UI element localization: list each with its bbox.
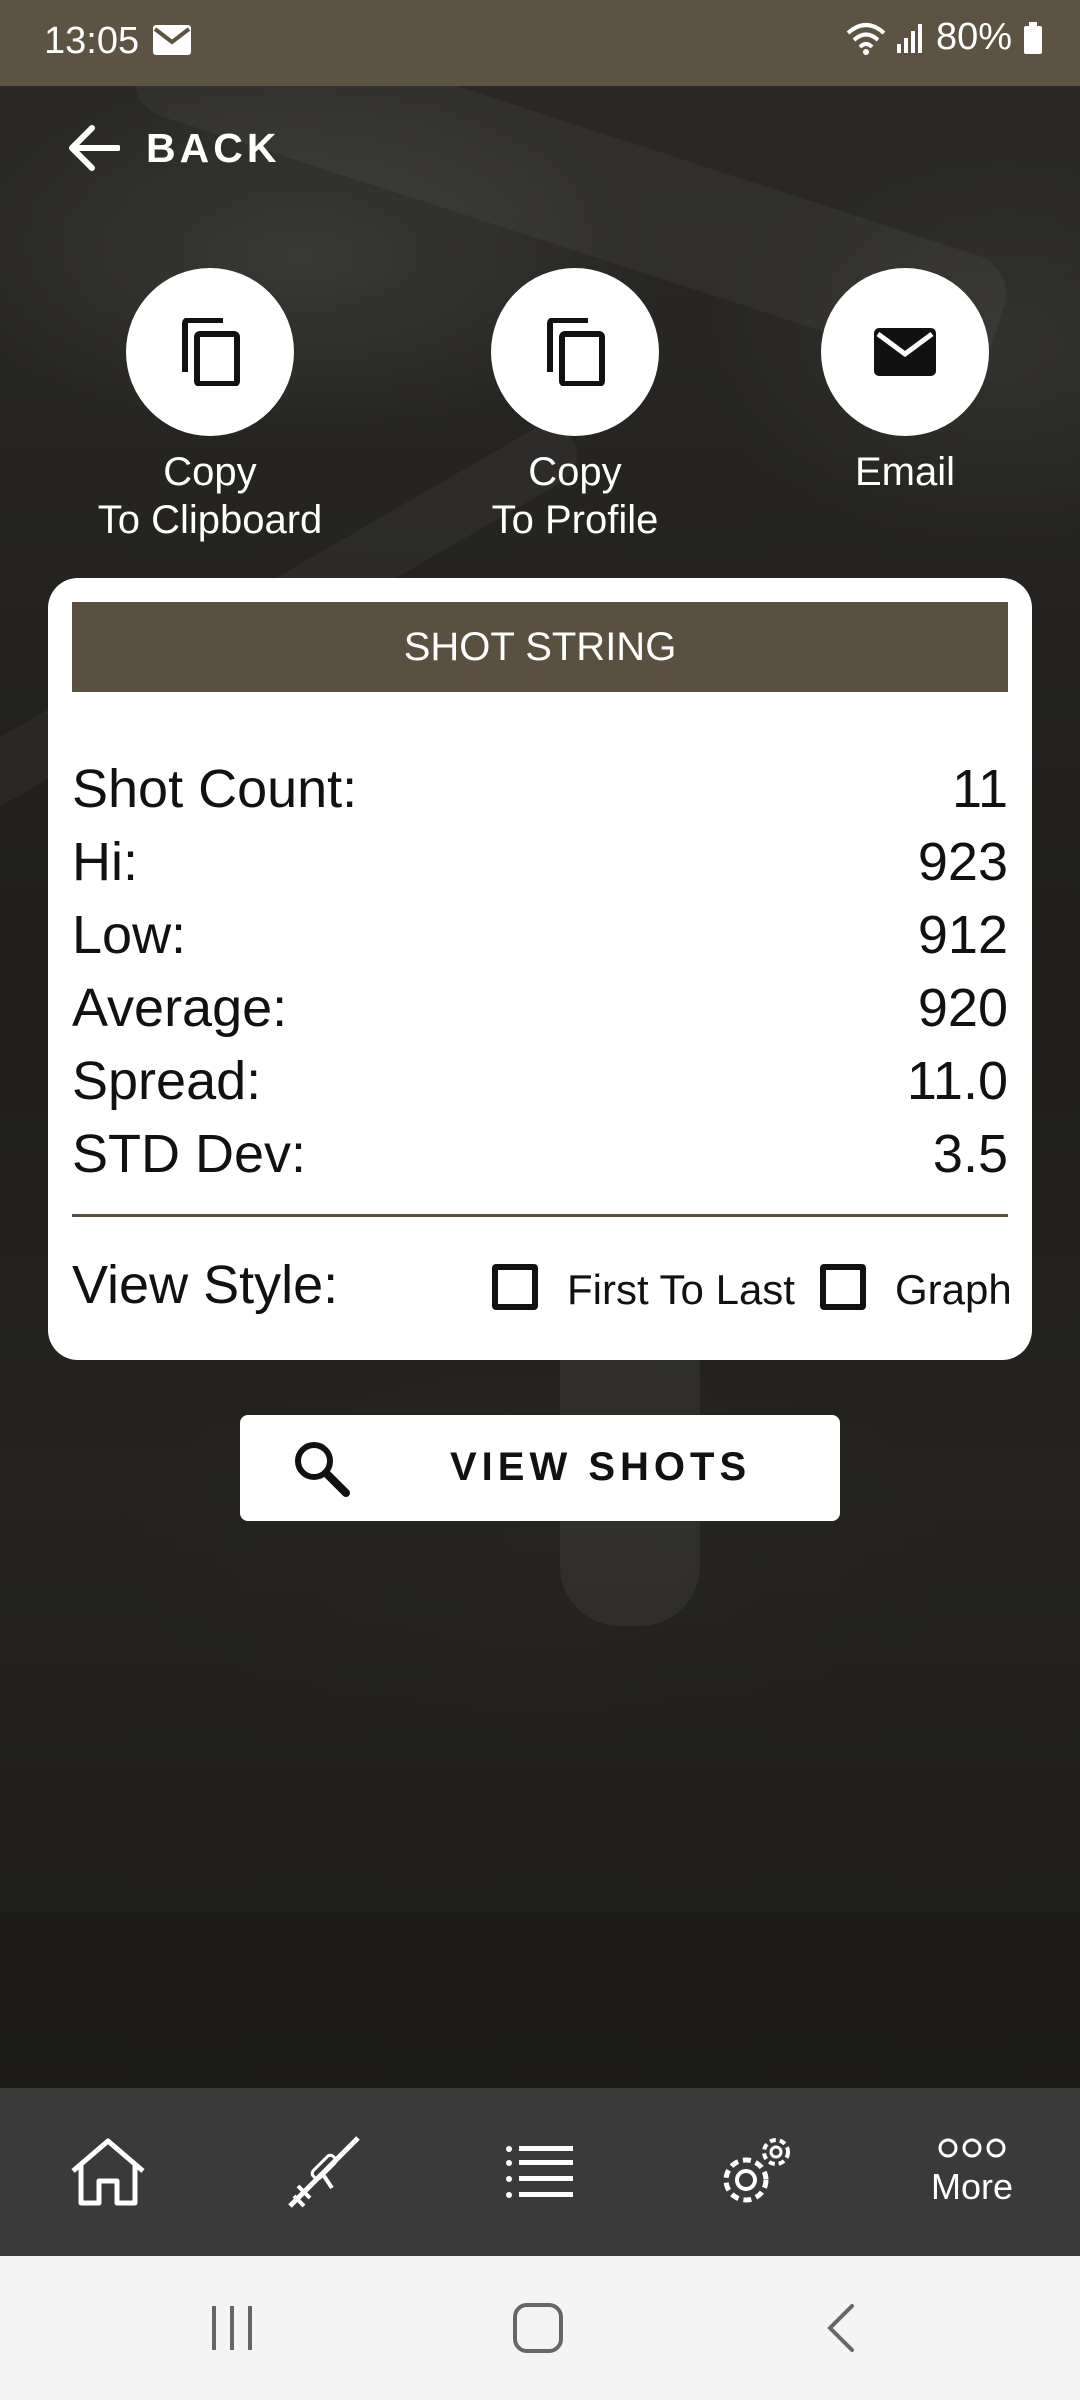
stat-row-spread: Spread: 11.0 bbox=[72, 1050, 1008, 1112]
tab-settings[interactable] bbox=[648, 2088, 864, 2256]
email-button[interactable]: Email bbox=[775, 268, 1035, 496]
stat-label: Shot Count: bbox=[72, 759, 358, 819]
battery-icon bbox=[1024, 21, 1042, 54]
stat-label: Low: bbox=[72, 905, 187, 965]
card-title: SHOT STRING bbox=[72, 602, 1008, 692]
copy-icon bbox=[182, 318, 240, 386]
home-nav-icon[interactable] bbox=[512, 2302, 564, 2354]
view-shots-button[interactable]: VIEW SHOTS bbox=[240, 1415, 840, 1521]
stat-row-std-dev: STD Dev: 3.5 bbox=[72, 1123, 1008, 1185]
search-icon bbox=[295, 1442, 350, 1497]
tab-more[interactable]: More bbox=[864, 2088, 1080, 2256]
stat-label: Spread: bbox=[72, 1051, 262, 1111]
stat-label: Average: bbox=[72, 978, 288, 1038]
tab-home[interactable] bbox=[0, 2088, 216, 2256]
shot-string-card: SHOT STRING Shot Count: 11 Hi: 923 Low: … bbox=[48, 578, 1032, 1360]
more-icon bbox=[938, 2138, 1006, 2158]
graph-checkbox[interactable] bbox=[820, 1264, 866, 1310]
stat-row-hi: Hi: 923 bbox=[72, 831, 1008, 893]
view-shots-label: VIEW SHOTS bbox=[450, 1445, 752, 1489]
system-nav-bar bbox=[0, 2256, 1080, 2400]
stat-value: 11.0 bbox=[906, 1051, 1008, 1111]
stat-value: 920 bbox=[917, 978, 1008, 1038]
status-time: 13:05 bbox=[44, 20, 140, 62]
tab-rifle[interactable] bbox=[216, 2088, 432, 2256]
signal-icon bbox=[896, 23, 922, 53]
stat-value: 912 bbox=[917, 905, 1008, 965]
rifle-icon bbox=[288, 2136, 360, 2208]
stat-row-low: Low: 912 bbox=[72, 904, 1008, 966]
email-label: Email bbox=[854, 450, 956, 494]
stat-label: Hi: bbox=[72, 832, 138, 892]
mail-icon bbox=[874, 328, 936, 376]
status-bar: 13:05 80% bbox=[0, 0, 1080, 86]
back-nav-icon[interactable] bbox=[822, 2302, 858, 2354]
status-indicators: 80% bbox=[846, 16, 1044, 59]
copy-profile-circle[interactable] bbox=[491, 268, 659, 436]
copy-profile-line2: To Profile bbox=[491, 498, 659, 542]
copy-icon bbox=[547, 318, 605, 386]
back-label: BACK bbox=[146, 124, 281, 171]
view-style-label: View Style: bbox=[72, 1255, 339, 1315]
tab-list[interactable] bbox=[432, 2088, 648, 2256]
card-divider bbox=[72, 1214, 1008, 1217]
first-to-last-label[interactable]: First To Last bbox=[567, 1266, 795, 1314]
more-label: More bbox=[930, 2166, 1014, 2207]
copy-profile-line1: Copy bbox=[528, 450, 622, 494]
copy-to-profile-button[interactable]: Copy To Profile bbox=[445, 268, 705, 544]
stat-value: 11 bbox=[951, 759, 1008, 819]
first-to-last-checkbox[interactable] bbox=[492, 1264, 538, 1310]
list-icon bbox=[506, 2146, 573, 2198]
stat-row-average: Average: 920 bbox=[72, 977, 1008, 1039]
copy-to-clipboard-button[interactable]: Copy To Clipboard bbox=[80, 268, 340, 544]
graph-label[interactable]: Graph bbox=[895, 1266, 1012, 1314]
mail-notification-icon bbox=[153, 25, 191, 55]
stat-row-shot-count: Shot Count: 11 bbox=[72, 758, 1008, 820]
copy-clipboard-line1: Copy bbox=[163, 450, 257, 494]
back-button[interactable]: BACK bbox=[68, 124, 280, 172]
email-circle[interactable] bbox=[821, 268, 989, 436]
gear-icon bbox=[723, 2138, 790, 2203]
stat-value: 923 bbox=[917, 832, 1008, 892]
wifi-icon bbox=[846, 22, 886, 55]
stat-value: 3.5 bbox=[932, 1124, 1008, 1184]
bottom-tab-bar: More bbox=[0, 2088, 1080, 2256]
home-icon bbox=[71, 2138, 145, 2206]
copy-clipboard-line2: To Clipboard bbox=[97, 498, 323, 542]
battery-percent: 80% bbox=[935, 16, 1012, 58]
stat-label: STD Dev: bbox=[72, 1124, 307, 1184]
copy-clipboard-circle[interactable] bbox=[126, 268, 294, 436]
recent-apps-icon[interactable] bbox=[208, 2304, 258, 2352]
arrow-left-icon bbox=[69, 125, 120, 171]
